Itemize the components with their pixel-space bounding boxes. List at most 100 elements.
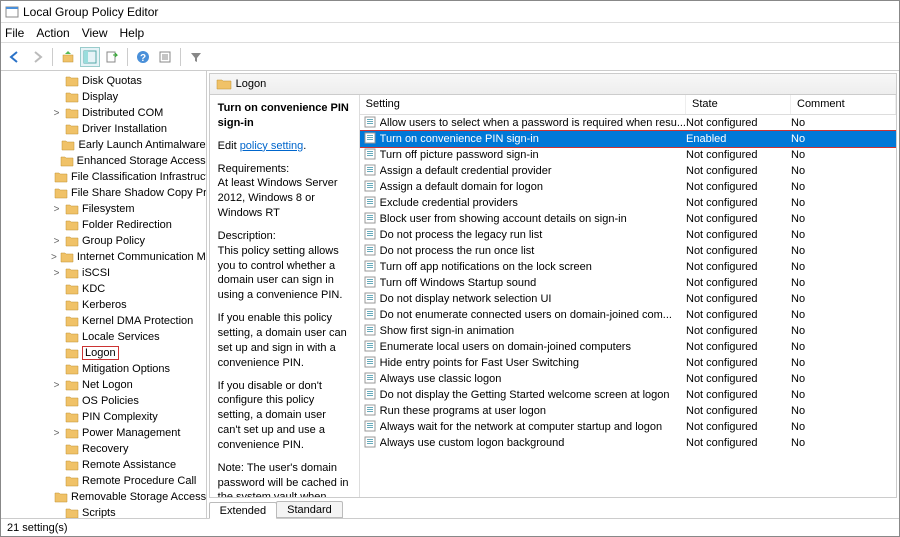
filter-button[interactable] [186,47,206,67]
tree-item-label: Driver Installation [82,123,167,135]
edit-policy-link[interactable]: policy setting [240,140,304,152]
tree-item[interactable]: Logon [3,345,206,361]
row-setting: Do not enumerate connected users on doma… [380,309,686,321]
tree-item[interactable]: Locale Services [3,329,206,345]
tree-item[interactable]: >Net Logon [3,377,206,393]
list-row[interactable]: Do not display the Getting Started welco… [360,387,896,403]
row-state: Not configured [686,389,791,401]
col-state[interactable]: State [686,95,791,114]
tree-item[interactable]: PIN Complexity [3,409,206,425]
list-row[interactable]: Do not display network selection UINot c… [360,291,896,307]
tab-extended[interactable]: Extended [209,502,277,519]
tree-item-label: File Classification Infrastructure [71,171,207,183]
row-state: Not configured [686,421,791,433]
row-setting: Turn off Windows Startup sound [380,277,686,289]
row-state: Not configured [686,325,791,337]
col-setting[interactable]: Setting [360,95,686,114]
list-row[interactable]: Always wait for the network at computer … [360,419,896,435]
tree-item-label: Logon [82,346,119,360]
expand-icon[interactable]: > [51,380,62,391]
expand-icon[interactable]: > [51,108,62,119]
tree-item[interactable]: >Filesystem [3,201,206,217]
tree-item-label: PIN Complexity [82,411,158,423]
tree-item[interactable]: >Distributed COM [3,105,206,121]
list-row[interactable]: Turn off picture password sign-inNot con… [360,147,896,163]
menu-help[interactable]: Help [120,26,145,40]
list-row[interactable]: Always use custom logon backgroundNot co… [360,435,896,451]
tree-pane[interactable]: Disk QuotasDisplay>Distributed COM Driver… [1,71,207,518]
list-row[interactable]: Turn off app notifications on the lock s… [360,259,896,275]
tree-item[interactable]: Driver Installation [3,121,206,137]
policy-icon [364,436,378,450]
menu-view[interactable]: View [82,26,108,40]
tree-item[interactable]: > Internet Communication Management [3,249,206,265]
list-row[interactable]: Assign a default credential providerNot … [360,163,896,179]
up-button[interactable] [58,47,78,67]
tree-item-label: Group Policy [82,235,145,247]
help-button[interactable]: ? [133,47,153,67]
tree-item-label: Power Management [82,427,180,439]
policy-icon [364,388,378,402]
expand-icon[interactable]: > [51,268,62,279]
list-row[interactable]: Do not process the run once listNot conf… [360,243,896,259]
expand-icon[interactable]: > [51,428,62,439]
tree-item[interactable]: > Power Management [3,425,206,441]
tree-item[interactable]: > Group Policy [3,233,206,249]
export-button[interactable] [102,47,122,67]
row-setting: Hide entry points for Fast User Switchin… [380,357,686,369]
list-row[interactable]: Turn on convenience PIN sign-inEnabledNo [360,131,896,147]
tree-item[interactable]: Display [3,89,206,105]
tree-item[interactable]: Remote Procedure Call [3,473,206,489]
tree-item[interactable]: Enhanced Storage Access [3,153,206,169]
tree-item[interactable]: KDC [3,281,206,297]
tree-item-label: KDC [82,283,105,295]
list-row[interactable]: Hide entry points for Fast User Switchin… [360,355,896,371]
list-row[interactable]: Assign a default domain for logonNot con… [360,179,896,195]
tree-item[interactable]: Scripts [3,505,206,518]
list-row[interactable]: Run these programs at user logonNot conf… [360,403,896,419]
tree-item[interactable]: Kernel DMA Protection [3,313,206,329]
tree-item-label: Internet Communication Management [77,251,207,263]
list-row[interactable]: Exclude credential providersNot configur… [360,195,896,211]
list-row[interactable]: Show first sign-in animationNot configur… [360,323,896,339]
list-row[interactable]: Block user from showing account details … [360,211,896,227]
tree-item[interactable]: File Share Shadow Copy Provider [3,185,206,201]
folder-icon [65,363,79,375]
tree-item[interactable]: File Classification Infrastructure [3,169,206,185]
list-row[interactable]: Enumerate local users on domain-joined c… [360,339,896,355]
list-row[interactable]: Allow users to select when a password is… [360,115,896,131]
list-row[interactable]: Always use classic logonNot configuredNo [360,371,896,387]
menu-file[interactable]: File [5,26,24,40]
tree-item[interactable]: Mitigation Options [3,361,206,377]
row-state: Enabled [686,133,791,145]
col-comment[interactable]: Comment [791,95,896,114]
list-row[interactable]: Turn off Windows Startup soundNot config… [360,275,896,291]
tab-standard[interactable]: Standard [276,501,343,518]
tree-item[interactable]: Removable Storage Access [3,489,206,505]
expand-icon[interactable]: > [51,252,57,263]
row-comment: No [791,165,896,177]
tree-item[interactable]: Disk Quotas [3,73,206,89]
row-comment: No [791,357,896,369]
tree-item[interactable]: Recovery [3,441,206,457]
row-state: Not configured [686,309,791,321]
tree-item[interactable]: OS Policies [3,393,206,409]
menu-action[interactable]: Action [36,26,69,40]
expand-icon[interactable]: > [51,204,62,215]
back-button[interactable] [5,47,25,67]
folder-icon [65,411,79,423]
show-hide-tree-button[interactable] [80,47,100,67]
settings-list[interactable]: Setting State Comment Allow users to sel… [360,95,896,497]
tree-item-label: Removable Storage Access [71,491,206,503]
tree-item[interactable]: Early Launch Antimalware [3,137,206,153]
list-row[interactable]: Do not enumerate connected users on doma… [360,307,896,323]
tree-item[interactable]: Kerberos [3,297,206,313]
properties-button[interactable] [155,47,175,67]
folder-icon [65,331,79,343]
tree-item[interactable]: Remote Assistance [3,457,206,473]
tree-item[interactable]: Folder Redirection [3,217,206,233]
list-row[interactable]: Do not process the legacy run listNot co… [360,227,896,243]
expand-icon[interactable]: > [51,236,62,247]
tree-item[interactable]: >iSCSI [3,265,206,281]
forward-button[interactable] [27,47,47,67]
